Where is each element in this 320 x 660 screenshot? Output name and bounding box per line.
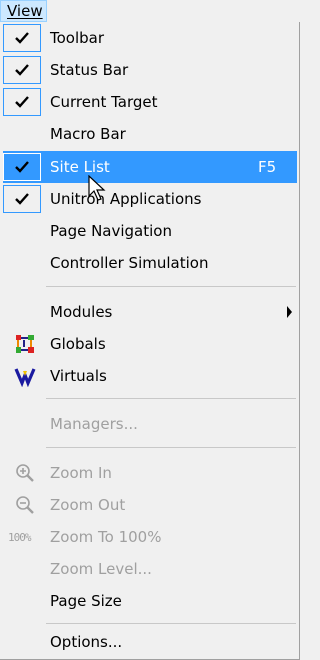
- menu-item-virtuals[interactable]: Virtuals: [0, 360, 299, 392]
- menu-item-label: Unitron Applications: [50, 190, 202, 208]
- menu-item-macro-bar[interactable]: Macro Bar: [0, 118, 299, 150]
- menu-item-label: Zoom Level...: [50, 560, 152, 578]
- menu-item-label: Toolbar: [50, 29, 105, 47]
- globals-icon: [14, 333, 36, 355]
- menu-item-label: Zoom Out: [50, 496, 126, 514]
- menu-item-current-target[interactable]: Current Target: [0, 86, 299, 118]
- checkmark-icon: [3, 56, 41, 84]
- menu-item-page-size[interactable]: Page Size: [0, 585, 299, 617]
- menu-item-managers[interactable]: Managers...: [0, 408, 299, 440]
- menu-item-label: Globals: [50, 335, 106, 353]
- menu-item-label: Options...: [50, 633, 123, 651]
- zoom-100-icon: 100%: [8, 530, 31, 544]
- virtuals-icon: [14, 365, 36, 387]
- menu-item-modules[interactable]: Modules: [0, 296, 299, 328]
- zoom-in-icon: [14, 462, 36, 484]
- checkmark-icon: [3, 185, 41, 213]
- menu-separator: [46, 398, 296, 399]
- view-dropdown-menu: Toolbar Status Bar Current Target Macro …: [0, 22, 300, 660]
- menu-item-zoom-in[interactable]: Zoom In: [0, 457, 299, 489]
- menu-item-label: Page Navigation: [50, 222, 172, 240]
- menu-item-label: Macro Bar: [50, 125, 126, 143]
- menu-item-zoom-out[interactable]: Zoom Out: [0, 489, 299, 521]
- shortcut-label: F5: [258, 158, 277, 176]
- menu-item-label: Zoom To 100%: [50, 528, 162, 546]
- checkmark-icon: [3, 153, 41, 181]
- menu-item-label: Managers...: [50, 415, 138, 433]
- menu-item-controller-simulation[interactable]: Controller Simulation: [0, 247, 299, 279]
- menu-view[interactable]: View: [0, 0, 47, 22]
- menu-separator: [46, 447, 296, 448]
- menu-view-label: View: [7, 2, 43, 20]
- menu-item-label: Current Target: [50, 93, 158, 111]
- menu-item-site-list[interactable]: Site List F5: [3, 151, 297, 183]
- menu-item-label: Virtuals: [50, 367, 107, 385]
- menu-item-toolbar[interactable]: Toolbar: [0, 22, 299, 54]
- menu-item-label: Page Size: [50, 592, 122, 610]
- menu-separator: [46, 286, 296, 287]
- checkmark-icon: [3, 88, 41, 116]
- menu-item-globals[interactable]: Globals: [0, 328, 299, 360]
- menu-item-zoom-level[interactable]: Zoom Level...: [0, 553, 299, 585]
- menu-item-status-bar[interactable]: Status Bar: [0, 54, 299, 86]
- mouse-cursor-icon: [88, 174, 108, 207]
- menu-separator: [46, 623, 296, 624]
- menu-item-label: Modules: [50, 303, 113, 321]
- menu-item-label: Status Bar: [50, 61, 129, 79]
- menu-item-zoom-to-100[interactable]: 100% Zoom To 100%: [0, 521, 299, 553]
- checkmark-icon: [3, 24, 41, 52]
- menu-item-unitron-applications[interactable]: Unitron Applications: [0, 183, 299, 215]
- menu-item-label: Zoom In: [50, 464, 112, 482]
- menu-item-options[interactable]: Options...: [0, 626, 299, 658]
- submenu-arrow-icon: [287, 306, 292, 318]
- zoom-out-icon: [14, 494, 36, 516]
- menu-item-label: Controller Simulation: [50, 254, 209, 272]
- menu-item-label: Site List: [50, 158, 110, 176]
- menu-item-page-navigation[interactable]: Page Navigation: [0, 215, 299, 247]
